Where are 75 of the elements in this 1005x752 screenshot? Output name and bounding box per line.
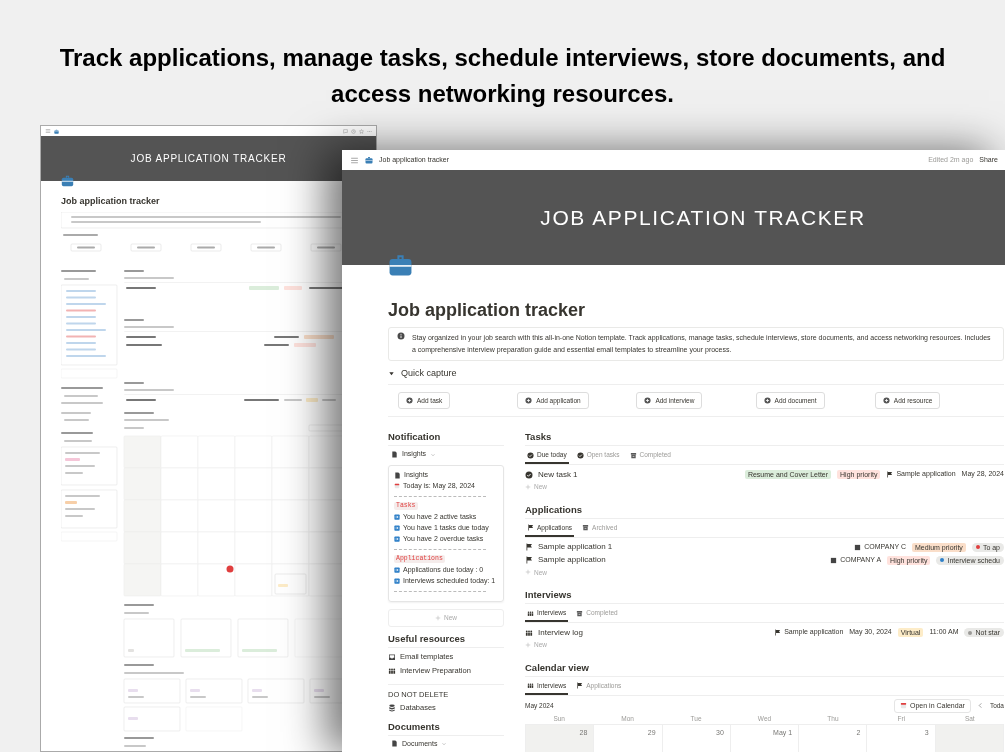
comment-icon [343, 128, 348, 134]
arrow-icon [394, 567, 400, 574]
check-circle-icon [527, 451, 534, 459]
chevron-icon [976, 702, 984, 710]
people-icon [527, 609, 534, 617]
star-icon [359, 128, 364, 134]
briefcase-icon [61, 174, 74, 187]
arrow-icon [394, 536, 400, 543]
clock-button[interactable] [351, 128, 356, 134]
page-title: Job application tracker [61, 195, 161, 208]
document-icon [391, 740, 398, 748]
database-icon [388, 703, 396, 712]
banner-title: JOB APPLICATION TRACKER [130, 152, 287, 166]
plus-icon [406, 396, 413, 404]
comment-button[interactable] [343, 128, 348, 134]
people-icon [388, 666, 396, 675]
check-circle-icon [576, 451, 584, 459]
section-heading: Notification [388, 431, 504, 447]
flag-icon [527, 524, 534, 532]
inbox-icon [388, 652, 396, 661]
page-title: Job application tracker [388, 299, 587, 322]
section-heading: Tasks [525, 431, 1004, 447]
menu-icon [350, 155, 359, 165]
row-title: New task 1 [538, 468, 578, 481]
flag-icon [886, 471, 894, 478]
plus-icon [763, 396, 771, 404]
previous-button[interactable] [976, 702, 984, 710]
section-heading: Applications [525, 503, 1004, 519]
menu-button[interactable] [350, 155, 359, 165]
flag-icon [774, 629, 782, 636]
plus-icon [644, 396, 652, 404]
check-circle-icon [525, 470, 533, 479]
plus-icon [525, 641, 531, 648]
plus-icon [435, 614, 441, 621]
arrow-icon [394, 578, 400, 585]
flag-icon [525, 556, 533, 564]
arrow-icon [394, 525, 400, 532]
briefcase-icon [388, 252, 413, 277]
toggle-heading[interactable]: Quick capture [401, 367, 457, 381]
document-icon [394, 471, 401, 479]
section-heading: Calendar view [525, 661, 1004, 677]
building-icon [854, 543, 862, 551]
briefcase-icon [54, 128, 59, 134]
row-title: Sample application [538, 554, 606, 566]
headline: Track applications, manage tasks, schedule interviews, store documents, and access networking resources. [58, 43, 947, 109]
clock-icon [351, 128, 356, 134]
row-title: Interview log [538, 626, 583, 639]
flag-icon [525, 543, 533, 551]
section-heading: Useful resources [388, 632, 504, 648]
plus-icon [882, 396, 890, 404]
people-icon [527, 682, 534, 690]
plus-icon [525, 569, 531, 576]
section-heading: Interviews [525, 589, 1004, 605]
archive-icon [629, 451, 637, 459]
plus-icon [525, 396, 533, 404]
info-icon [397, 332, 405, 340]
arrow-icon [394, 514, 400, 521]
chevron-icon [441, 740, 448, 747]
plus-icon [525, 483, 531, 490]
archive-icon [576, 609, 584, 617]
chevron-icon [430, 451, 437, 458]
briefcase-icon [365, 156, 373, 164]
flag-icon [576, 682, 584, 690]
star-button[interactable] [359, 128, 364, 134]
row-title: Sample application 1 [538, 541, 613, 553]
calendar-icon [394, 483, 400, 490]
building-icon [830, 556, 838, 564]
archive-icon [582, 524, 590, 532]
menu-button[interactable] [45, 128, 51, 134]
menu-icon [45, 128, 51, 134]
calendar-icon [900, 702, 907, 710]
banner-title: JOB APPLICATION TRACKER [540, 204, 866, 231]
section-heading: Documents [388, 720, 504, 736]
document-icon [391, 451, 398, 458]
people-icon [525, 628, 533, 637]
